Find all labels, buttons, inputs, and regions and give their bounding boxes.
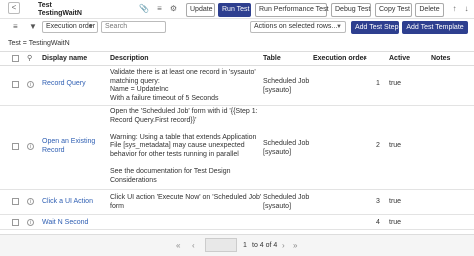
search-input[interactable]: Search [101,21,166,33]
info-icon[interactable]: i [27,219,34,226]
filter-icon[interactable]: ▼ [29,22,37,31]
table-row[interactable]: i Click a UI Action Click UI action 'Exe… [0,190,474,215]
delete-button[interactable]: Delete [415,3,444,17]
add-test-step-button[interactable]: Add Test Step [351,21,399,34]
run-performance-test-button[interactable]: Run Performance Test [255,3,329,17]
sort-ascending-icon: ▲ [362,55,368,61]
sort-field-select[interactable]: Execution order ▼ [42,21,98,33]
form-header: < Test TestingWaitN 📎 ≡ ⚙ Update Run Tes… [0,0,474,19]
update-button[interactable]: Update [186,3,215,17]
select-all-checkbox[interactable] [12,55,19,62]
search-icon[interactable]: ⚲ [27,54,32,62]
execution-order-cell: 2 [376,142,380,149]
column-description[interactable]: Description [110,55,149,62]
column-table[interactable]: Table [263,55,281,62]
table-cell: Scheduled Job [sysauto] [263,194,309,211]
column-execution-order[interactable]: Execution order [313,55,366,62]
description-line: Considerations [110,176,157,184]
activity-icon[interactable]: ≡ [155,4,164,13]
breadcrumb[interactable]: Test = TestingWaitN [8,40,70,47]
description-line: Name = UpdateInc [110,86,169,94]
attachment-icon[interactable]: 📎 [139,4,149,13]
table-cell: Scheduled Job [sysauto] [263,140,309,157]
description-line: behavior for other tests running in para… [110,150,239,158]
active-cell: true [389,219,402,226]
display-name-link[interactable]: Open an Existing Record [42,138,102,155]
execution-order-cell: 1 [376,80,380,87]
pagination-bar: « ‹ 1 to 4 of 4 › » [0,234,474,256]
description-cell: Click UI action 'Execute Now' on 'Schedu… [110,194,261,211]
active-cell: true [389,80,402,87]
run-test-button[interactable]: Run Test [218,3,251,17]
settings-icon[interactable]: ⚙ [169,4,178,13]
page-range: to 4 of 4 [252,242,278,249]
active-cell: true [389,142,402,149]
chevron-down-icon: ▼ [88,24,94,30]
table-name: Scheduled Job [263,78,310,85]
actions-select-value: Actions on selected rows... [254,23,338,30]
chevron-down-icon: ▼ [336,24,342,30]
row-checkbox[interactable] [12,143,19,150]
description-line: File [sys_metadata] may cause unexpected [110,142,245,150]
description-cell: Validate there is at least one record in… [110,69,256,103]
description-line: With a failure timeout of 5 Seconds [110,94,219,102]
actions-select[interactable]: Actions on selected rows... ▼ [250,21,346,33]
execution-order-cell: 4 [376,219,380,226]
form-title-name: TestingWaitN [38,10,82,17]
description-line: matching query: [110,77,160,85]
description-line: Click UI action 'Execute Now' on 'Schedu… [110,194,262,201]
form-title-type: Test [38,2,52,9]
active-cell: true [389,198,402,205]
next-page-icon[interactable]: › [282,241,285,250]
table-id: [sysauto] [263,202,292,210]
up-arrow-icon[interactable]: ↑ [450,4,459,13]
row-checkbox[interactable] [12,81,19,88]
add-test-template-button[interactable]: Add Test Template [402,21,468,34]
table-cell: Scheduled Job [sysauto] [263,78,309,95]
description-line [110,125,258,134]
execution-order-cell: 3 [376,198,380,205]
info-icon[interactable]: i [27,143,34,150]
row-checkbox[interactable] [12,219,19,226]
previous-page-icon[interactable]: ‹ [192,241,195,250]
column-notes[interactable]: Notes [431,55,450,62]
table-row[interactable]: i Record Query Validate there is at leas… [0,66,474,106]
table-id: [sysauto] [263,148,292,156]
table-name: Scheduled Job [263,140,310,147]
page-number-input[interactable] [205,238,237,252]
last-page-icon[interactable]: » [293,241,297,250]
table-row[interactable]: i Wait N Second 4 true [0,215,474,230]
display-name-link[interactable]: Click a UI Action [42,198,93,207]
info-icon[interactable]: i [27,198,34,205]
copy-test-button[interactable]: Copy Test [375,3,412,17]
back-menu-icon[interactable]: < [8,2,20,14]
first-page-icon[interactable]: « [176,241,180,250]
table-name: Scheduled Job [263,194,310,201]
description-cell: Open the 'Scheduled Job' form with id '{… [110,108,258,185]
description-line: Validate there is at least one record in… [110,69,256,76]
column-display-name[interactable]: Display name [42,55,87,62]
description-line: form [110,202,124,210]
description-line: See the documentation for Test Design [110,168,231,176]
column-active[interactable]: Active [389,55,410,62]
table-header: ⚲ Display name Description Table Executi… [0,51,474,66]
display-name-link[interactable]: Wait N Second [42,219,88,228]
row-checkbox[interactable] [12,198,19,205]
debug-test-button[interactable]: Debug Test [331,3,371,17]
description-line: Open the 'Scheduled Job' form with id '{… [110,108,258,115]
related-list-toolbar: ≡ ▼ Execution order ▼ Search Actions on … [0,19,474,37]
down-arrow-icon[interactable]: ↓ [462,4,471,13]
table-id: [sysauto] [263,86,292,94]
list-menu-icon[interactable]: ≡ [13,22,18,31]
info-icon[interactable]: i [27,81,34,88]
description-line [110,160,258,169]
description-line: Warning: Using a table that extends Appl… [110,133,257,141]
description-line: Record Query.First record}}' [110,116,197,124]
page-current: 1 [243,242,247,249]
display-name-link[interactable]: Record Query [42,80,86,89]
table-row[interactable]: i Open an Existing Record Open the 'Sche… [0,106,474,190]
